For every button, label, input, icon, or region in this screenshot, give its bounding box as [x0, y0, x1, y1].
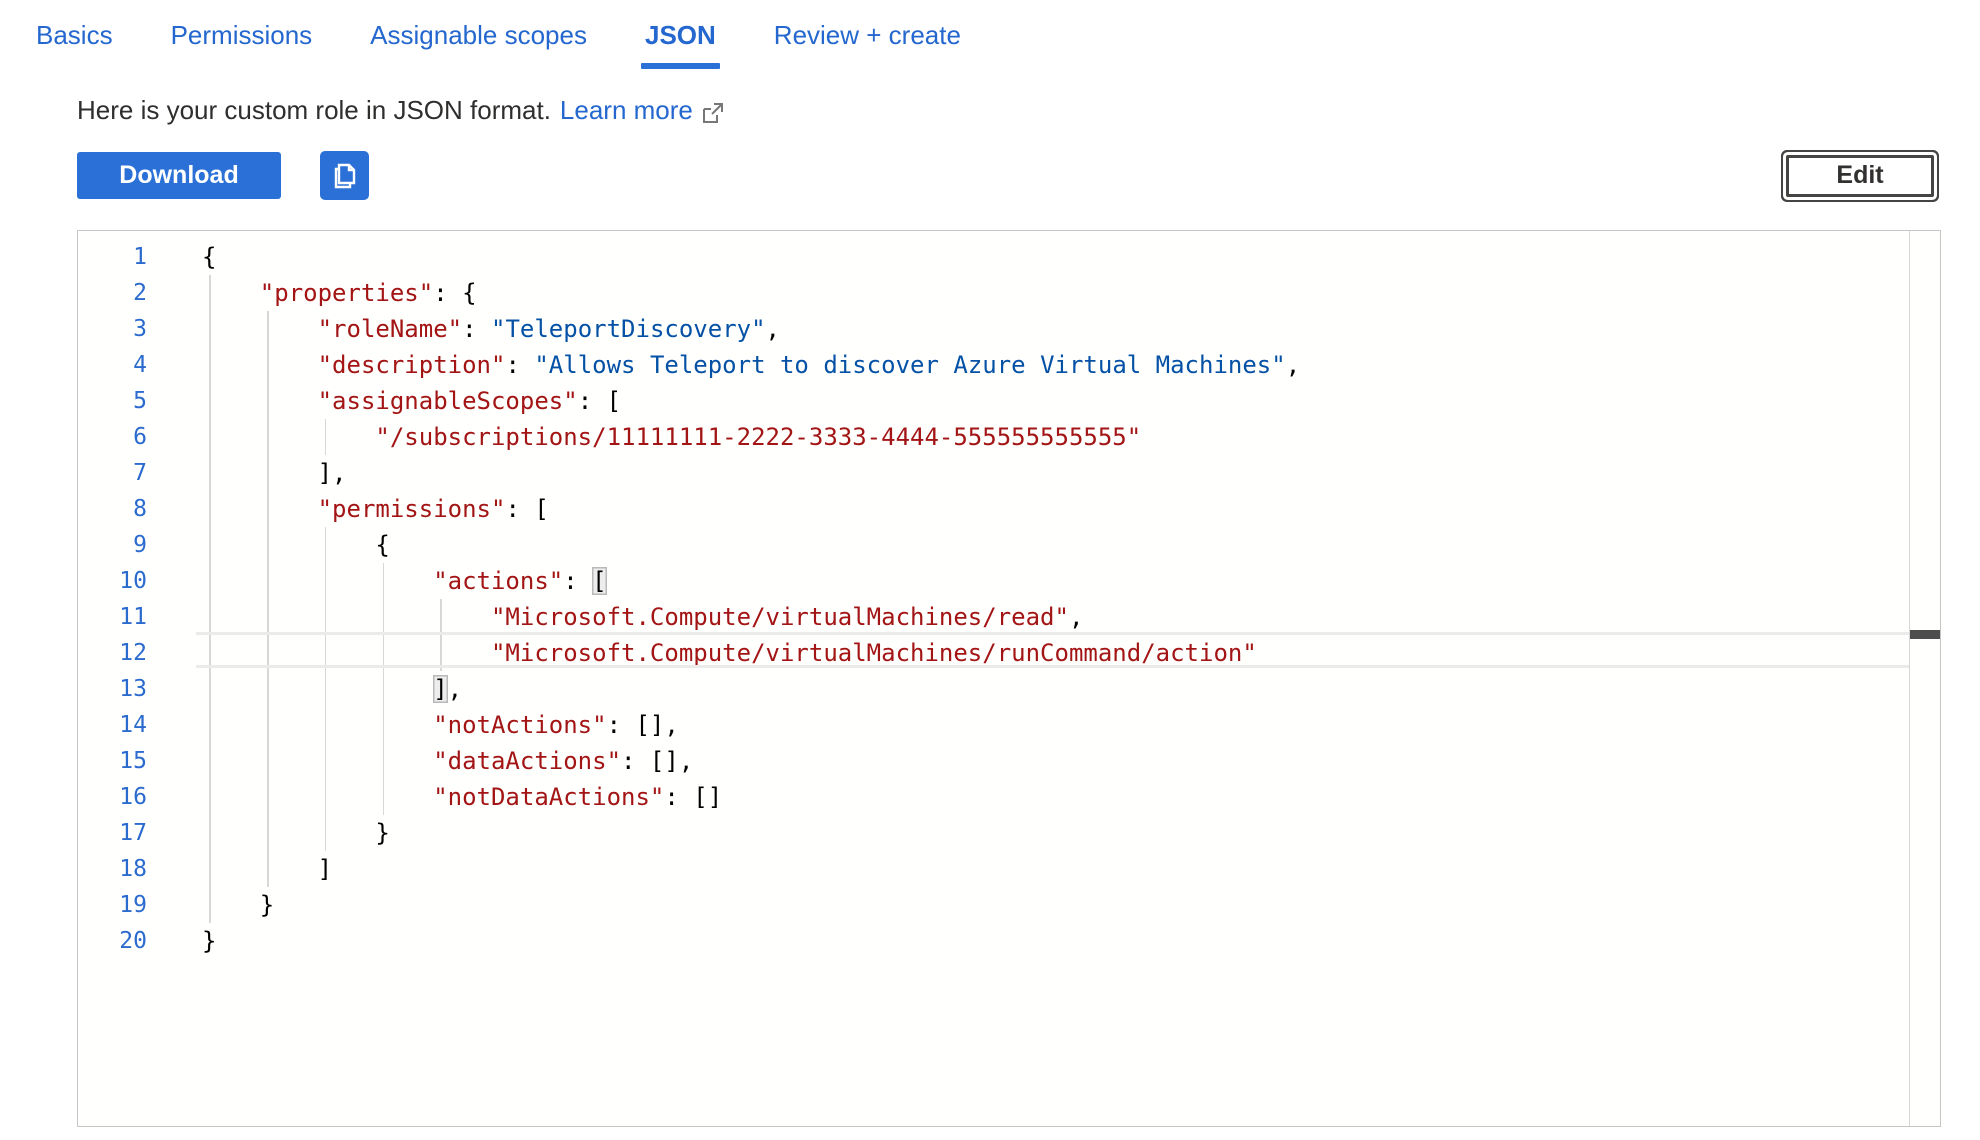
code-line: "roleName": "TeleportDiscovery",: [78, 311, 1909, 347]
code-line: "permissions": [: [78, 491, 1909, 527]
code-line: }: [78, 887, 1909, 923]
overview-ruler[interactable]: [1909, 231, 1940, 1126]
edit-button[interactable]: Edit: [1786, 155, 1934, 197]
indent-guide: [209, 275, 211, 923]
json-description-text: Here is your custom role in JSON format.: [77, 95, 551, 126]
code-line: ],: [78, 455, 1909, 491]
code-line: "notDataActions": []: [78, 779, 1909, 815]
code-line: "Microsoft.Compute/virtualMachines/read"…: [78, 599, 1909, 635]
json-toolbar: Download Edit: [77, 151, 1940, 200]
code-line: "description": "Allows Teleport to disco…: [78, 347, 1909, 383]
code-line: "properties": {: [78, 275, 1909, 311]
code-line: "actions": [: [78, 563, 1909, 599]
code-line: "Microsoft.Compute/virtualMachines/runCo…: [78, 635, 1909, 671]
code-lines: { "properties": { "roleName": "TeleportD…: [78, 239, 1909, 959]
code-line: ],: [78, 671, 1909, 707]
indent-guide: [267, 311, 269, 887]
code-line: }: [78, 923, 1909, 959]
indent-guide: [383, 563, 385, 815]
tab-assignable-scopes[interactable]: Assignable scopes: [370, 20, 587, 69]
learn-more-link[interactable]: Learn more: [560, 95, 693, 126]
tab-review-create[interactable]: Review + create: [774, 20, 961, 69]
indent-guide: [325, 527, 327, 851]
tab-permissions[interactable]: Permissions: [171, 20, 313, 69]
bracket-match-highlight: [: [592, 567, 606, 595]
tab-json[interactable]: JSON: [645, 20, 716, 69]
copy-icon: [330, 160, 360, 192]
indent-guide: [325, 419, 327, 455]
indent-guide: [440, 599, 442, 671]
code-line: }: [78, 815, 1909, 851]
code-line: "notActions": [],: [78, 707, 1909, 743]
code-line: {: [78, 527, 1909, 563]
code-line: {: [78, 239, 1909, 275]
overview-cursor-marker: [1910, 630, 1940, 639]
tab-basics[interactable]: Basics: [36, 20, 113, 69]
download-button[interactable]: Download: [77, 152, 281, 199]
json-code-editor[interactable]: 1234567891011121314151617181920 { "prope…: [77, 230, 1941, 1127]
bracket-match-highlight: ]: [433, 675, 447, 703]
code-line: ]: [78, 851, 1909, 887]
wizard-tabbar: Basics Permissions Assignable scopes JSON Re…: [0, 0, 1980, 69]
code-line: "/subscriptions/11111111-2222-3333-4444-…: [78, 419, 1909, 455]
code-line: "dataActions": [],: [78, 743, 1909, 779]
code-line: "assignableScopes": [: [78, 383, 1909, 419]
external-link-icon: [702, 100, 724, 122]
copy-button[interactable]: [320, 151, 369, 200]
